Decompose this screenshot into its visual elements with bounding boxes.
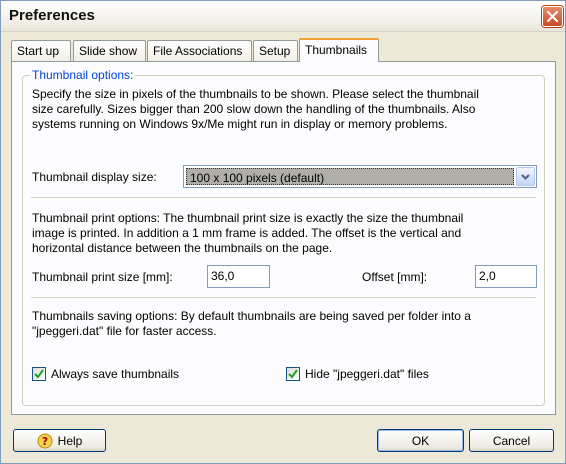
checkbox-box[interactable] — [286, 367, 300, 381]
tab-thumbnails[interactable]: Thumbnails — [299, 38, 379, 62]
window-title: Preferences — [9, 7, 95, 24]
always-save-checkbox[interactable]: Always save thumbnails — [32, 367, 179, 381]
help-icon: ? — [37, 433, 53, 448]
display-size-value: 100 x 100 pixels (default) — [186, 168, 514, 185]
tab-setup[interactable]: Setup — [253, 40, 298, 61]
cancel-label: Cancel — [492, 433, 531, 448]
preferences-window: Preferences Start up Slide show File Ass… — [0, 0, 566, 464]
close-icon — [547, 11, 558, 22]
separator — [31, 297, 536, 299]
description-text: Specify the size in pixels of the thumbn… — [32, 87, 479, 131]
cancel-button[interactable]: Cancel — [469, 429, 554, 452]
thumbnail-options-group: Thumbnail options: Specify the size in p… — [22, 68, 545, 406]
hide-dat-label: Hide "jpeggeri.dat" files — [305, 367, 429, 381]
print-size-label: Thumbnail print size [mm]: — [32, 270, 173, 284]
help-label: Help — [57, 433, 83, 448]
tab-start-up[interactable]: Start up — [11, 40, 71, 61]
thumbnails-panel: Thumbnail options: Specify the size in p… — [11, 61, 556, 415]
separator — [31, 197, 536, 199]
tab-file-associations[interactable]: File Associations — [147, 40, 252, 61]
dropdown-arrow-button[interactable] — [516, 167, 535, 186]
chevron-down-icon — [521, 173, 530, 180]
title-bar: Preferences — [1, 1, 565, 32]
close-button[interactable] — [542, 6, 563, 27]
checkmark-icon — [288, 369, 298, 379]
print-size-input[interactable]: 36,0 — [207, 265, 270, 288]
svg-text:?: ? — [41, 435, 47, 448]
display-size-label: Thumbnail display size: — [32, 170, 157, 184]
print-options-text: Thumbnail print options: The thumbnail p… — [32, 211, 464, 255]
offset-input[interactable]: 2,0 — [475, 265, 537, 288]
group-title: Thumbnail options: — [30, 68, 136, 82]
tab-slide-show[interactable]: Slide show — [73, 40, 146, 61]
offset-label: Offset [mm]: — [362, 270, 428, 284]
always-save-label: Always save thumbnails — [51, 367, 180, 381]
display-size-dropdown[interactable]: 100 x 100 pixels (default) — [183, 165, 537, 188]
saving-options-text: Thumbnails saving options: By default th… — [32, 309, 471, 338]
hide-dat-checkbox[interactable]: Hide "jpeggeri.dat" files — [286, 367, 429, 381]
ok-button[interactable]: OK — [377, 429, 464, 452]
checkbox-box[interactable] — [32, 367, 46, 381]
help-button[interactable]: ? Help — [13, 429, 106, 452]
checkmark-icon — [34, 369, 44, 379]
ok-label: OK — [411, 433, 430, 448]
